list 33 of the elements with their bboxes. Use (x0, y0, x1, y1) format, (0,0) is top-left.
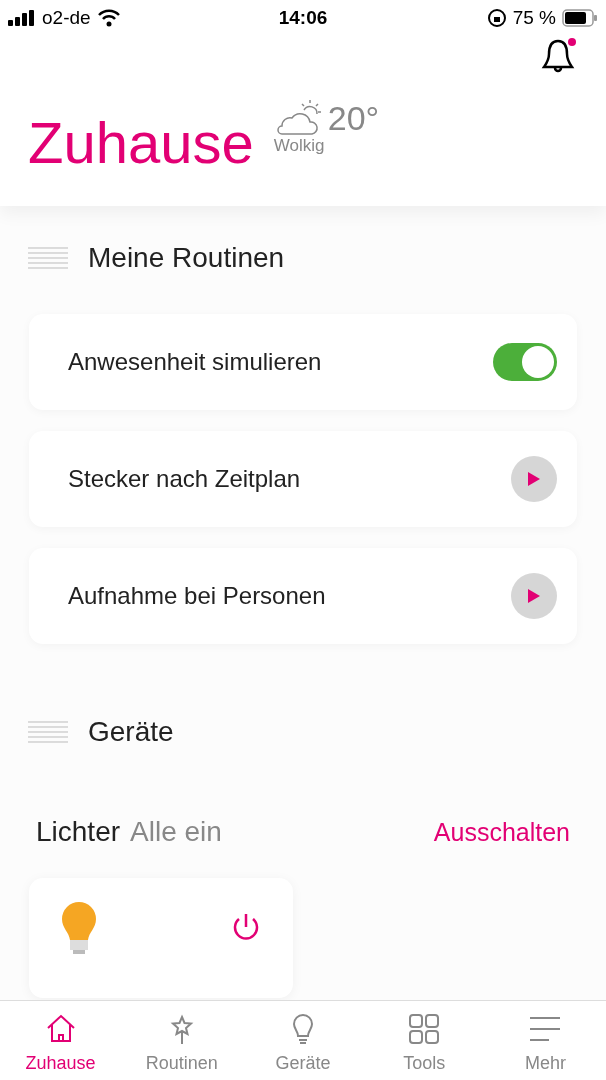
play-icon (526, 470, 542, 488)
signal-icon (8, 10, 36, 26)
play-button[interactable] (511, 573, 557, 619)
weather-condition: Wolkig (273, 136, 326, 156)
temperature: 20° (327, 98, 380, 138)
tab-bar-item[interactable]: Tools (363, 1001, 485, 1080)
routine-name: Aufnahme bei Personen (68, 582, 326, 610)
play-button[interactable] (511, 456, 557, 502)
toggle-switch[interactable] (493, 343, 557, 381)
tab-bar-item[interactable]: Mehr (484, 1001, 606, 1080)
routine-card[interactable]: Stecker nach Zeitplan (29, 431, 577, 527)
group-title: Lichter (36, 816, 121, 848)
play-icon (526, 587, 542, 605)
rotation-lock-icon (486, 8, 507, 28)
section-title: Meine Routinen (88, 242, 285, 274)
battery-percentage: 75 % (512, 7, 556, 29)
routine-name: Anwesenheit simulieren (68, 348, 322, 376)
tab-bar-item[interactable]: Routinen (121, 1001, 243, 1080)
turn-off-link[interactable]: Ausschalten (433, 817, 570, 847)
tab-bar-item[interactable]: Zuhause (0, 1001, 122, 1080)
wifi-icon (96, 9, 121, 27)
carrier-name: o2-de (42, 7, 91, 29)
routine-name: Stecker nach Zeitplan (68, 465, 301, 493)
routine-card[interactable]: Anwesenheit simulieren (29, 314, 577, 410)
section-title: Geräte (88, 716, 174, 748)
page-title: Zuhause (28, 114, 254, 172)
routine-card[interactable]: Aufnahme bei Personen (29, 548, 577, 644)
drag-handle-icon (28, 720, 68, 744)
drag-handle-icon (28, 246, 68, 270)
tab-bar-item[interactable]: Geräte (242, 1001, 364, 1080)
group-status: Alle ein (130, 816, 222, 848)
battery-icon (562, 9, 598, 27)
clock-time: 14:06 (278, 7, 328, 29)
